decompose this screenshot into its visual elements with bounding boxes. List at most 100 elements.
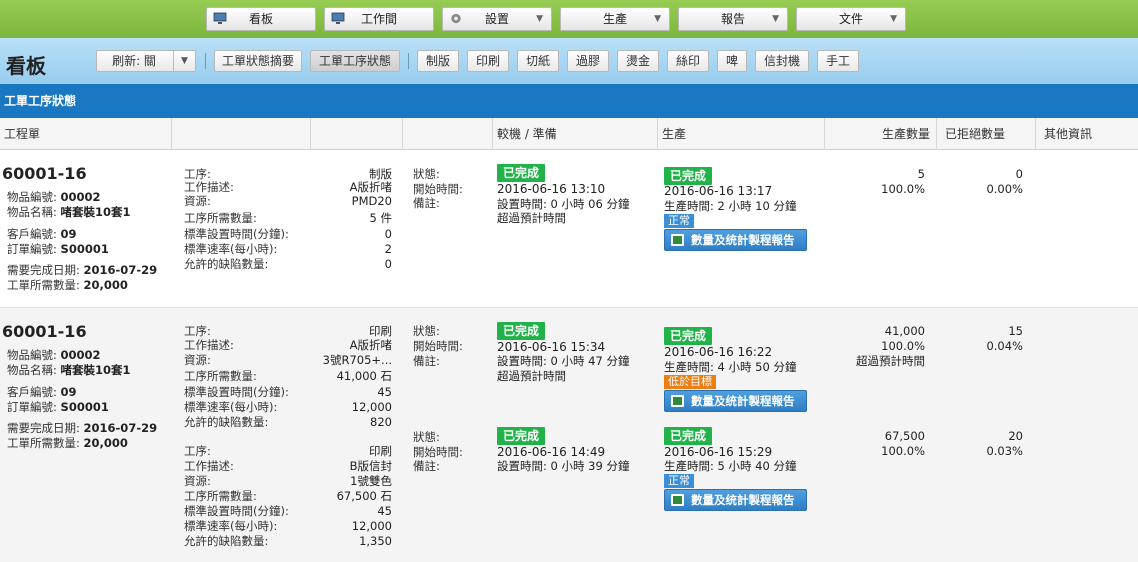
std-setup-value: 45: [377, 504, 392, 518]
label: 工單所需數量:: [7, 436, 80, 450]
label: 資源:: [184, 474, 211, 488]
label: 允許的缺陷數量:: [184, 415, 269, 429]
prod-qty-pct: 100.0%: [881, 444, 925, 458]
label: 工序:: [184, 444, 211, 458]
label: 開始時間:: [413, 445, 463, 459]
rejected-qty-value: 20: [1008, 429, 1023, 443]
rejected-qty-value: 15: [1008, 324, 1023, 338]
nav-settings-button[interactable]: 設置 ▼: [442, 7, 552, 31]
report-button[interactable]: 數量及统計製程報告: [664, 229, 807, 251]
order-no-value: S00001: [60, 242, 109, 256]
chevron-down-icon: ▼: [654, 14, 661, 24]
label: 標準設置時間(分鐘):: [184, 227, 289, 241]
nav-workspace-button[interactable]: 工作間: [324, 7, 434, 31]
section-header: 工單工序狀態: [0, 84, 1138, 118]
label: 需要完成日期:: [7, 263, 80, 277]
nav-documents-label: 文件: [838, 12, 863, 26]
toolbar-divider: [408, 53, 409, 69]
rejected-qty-pct: 0.03%: [986, 444, 1023, 458]
work-order-number: 60001-16: [2, 322, 87, 341]
label: 標準設置時間(分鐘):: [184, 385, 289, 399]
nav-documents-button[interactable]: 文件 ▼: [796, 7, 906, 31]
work-desc-value: B版信封: [349, 459, 392, 473]
item-name-value: 啫套裝10套1: [60, 205, 131, 219]
btn-printing[interactable]: 印刷: [467, 50, 509, 72]
nav-report-button[interactable]: 報告 ▼: [678, 7, 788, 31]
btn-cutting[interactable]: 切紙: [517, 50, 559, 72]
btn-manual[interactable]: 手工: [817, 50, 859, 72]
label: 標準速率(每小時):: [184, 519, 278, 533]
nav-kanban-button[interactable]: 看板: [206, 7, 316, 31]
prod-status-badge: 已完成: [664, 167, 713, 185]
btn-laminating[interactable]: 過膠: [567, 50, 609, 72]
prod-performance-tag: 低於目標: [664, 375, 716, 389]
label: 標準速率(每小時):: [184, 242, 278, 256]
nav-settings-label: 設置: [484, 12, 509, 26]
label: 工單所需數量:: [7, 278, 80, 292]
label: 工作描述:: [184, 180, 234, 194]
process-value: 印刷: [369, 444, 392, 458]
refresh-dropdown[interactable]: 刷新: 關 ▼: [96, 50, 196, 72]
qty-required-value: 20,000: [83, 278, 128, 292]
btn-order-status-summary[interactable]: 工單狀態摘要: [214, 50, 302, 72]
col-setup: 較機 / 準備: [493, 118, 658, 150]
label: 物品名稱:: [7, 363, 57, 377]
std-rate-value: 2: [384, 242, 392, 256]
resource-value: PMD20: [351, 194, 392, 208]
report-button-label: 數量及统計製程報告: [691, 233, 795, 247]
report-button-label: 數量及统計製程報告: [691, 493, 795, 507]
prod-start-time: 2016-06-16 15:29: [664, 445, 773, 459]
setup-duration: 設置時間: 0 小時 06 分鐘: [497, 197, 630, 211]
toolbar-divider: [205, 53, 206, 69]
prod-status-badge: 已完成: [664, 327, 713, 345]
excel-icon: [671, 395, 684, 407]
prod-start-time: 2016-06-16 13:17: [664, 184, 773, 198]
table-row: 60001-16 物品編號: 00002 物品名稱: 啫套裝10套1 客戶編號:…: [0, 308, 1138, 562]
nav-production-button[interactable]: 生產 ▼: [560, 7, 670, 31]
table-header: 工程單 較機 / 準備 生產 生產數量 已拒絕數量 其他資訊: [0, 118, 1138, 150]
work-order-number: 60001-16: [2, 164, 87, 183]
setup-note: 超過預計時間: [497, 369, 566, 383]
order-no-value: S00001: [60, 400, 109, 414]
btn-platemaking[interactable]: 制版: [417, 50, 459, 72]
prod-qty-pct: 100.0%: [881, 182, 925, 196]
btn-hot-stamping[interactable]: 燙金: [617, 50, 659, 72]
col-rejected-qty: 已拒絕數量: [937, 118, 1036, 150]
setup-duration: 設置時間: 0 小時 47 分鐘: [497, 354, 630, 368]
label: 狀態:: [413, 430, 440, 444]
setup-start-time: 2016-06-16 13:10: [497, 182, 606, 196]
col-prod-qty: 生產數量: [825, 118, 937, 150]
chevron-down-icon: ▼: [772, 14, 779, 24]
label: 允許的缺陷數量:: [184, 534, 269, 548]
label: 備註:: [413, 459, 440, 473]
prod-performance-tag: 正常: [664, 474, 694, 488]
label: 允許的缺陷數量:: [184, 257, 269, 271]
report-button[interactable]: 數量及统計製程報告: [664, 390, 807, 412]
page-title: 看板: [6, 54, 46, 78]
rejected-qty-value: 0: [1015, 167, 1023, 181]
refresh-label: 刷新: 關: [112, 54, 156, 68]
setup-start-time: 2016-06-16 15:34: [497, 340, 606, 354]
rejected-qty-pct: 0.00%: [986, 182, 1023, 196]
chevron-down-icon[interactable]: ▼: [173, 51, 195, 71]
excel-icon: [671, 494, 684, 506]
btn-envelope-machine[interactable]: 信封機: [755, 50, 809, 72]
label: 工序所需數量:: [184, 369, 257, 383]
label: 工作描述:: [184, 459, 234, 473]
rejected-qty-pct: 0.04%: [986, 339, 1023, 353]
btn-silkscreen[interactable]: 絲印: [667, 50, 709, 72]
allowed-defects-value: 820: [370, 415, 392, 429]
btn-die-cut[interactable]: 啤: [717, 50, 747, 72]
label: 備註:: [413, 354, 440, 368]
prod-qty-note: 超過預計時間: [856, 354, 925, 368]
setup-status-badge: 已完成: [497, 322, 546, 340]
report-button[interactable]: 數量及统計製程報告: [664, 489, 807, 511]
btn-order-process-status[interactable]: 工單工序狀態: [310, 50, 400, 72]
std-rate-value: 12,000: [351, 400, 392, 414]
col-work-order: 工程單: [0, 118, 172, 150]
label: 工序所需數量:: [184, 211, 257, 225]
col-other-info: 其他資訊: [1044, 127, 1093, 141]
prod-duration: 生產時間: 4 小時 50 分鐘: [664, 360, 797, 374]
label: 狀態:: [413, 324, 440, 338]
item-no-value: 00002: [60, 190, 101, 204]
